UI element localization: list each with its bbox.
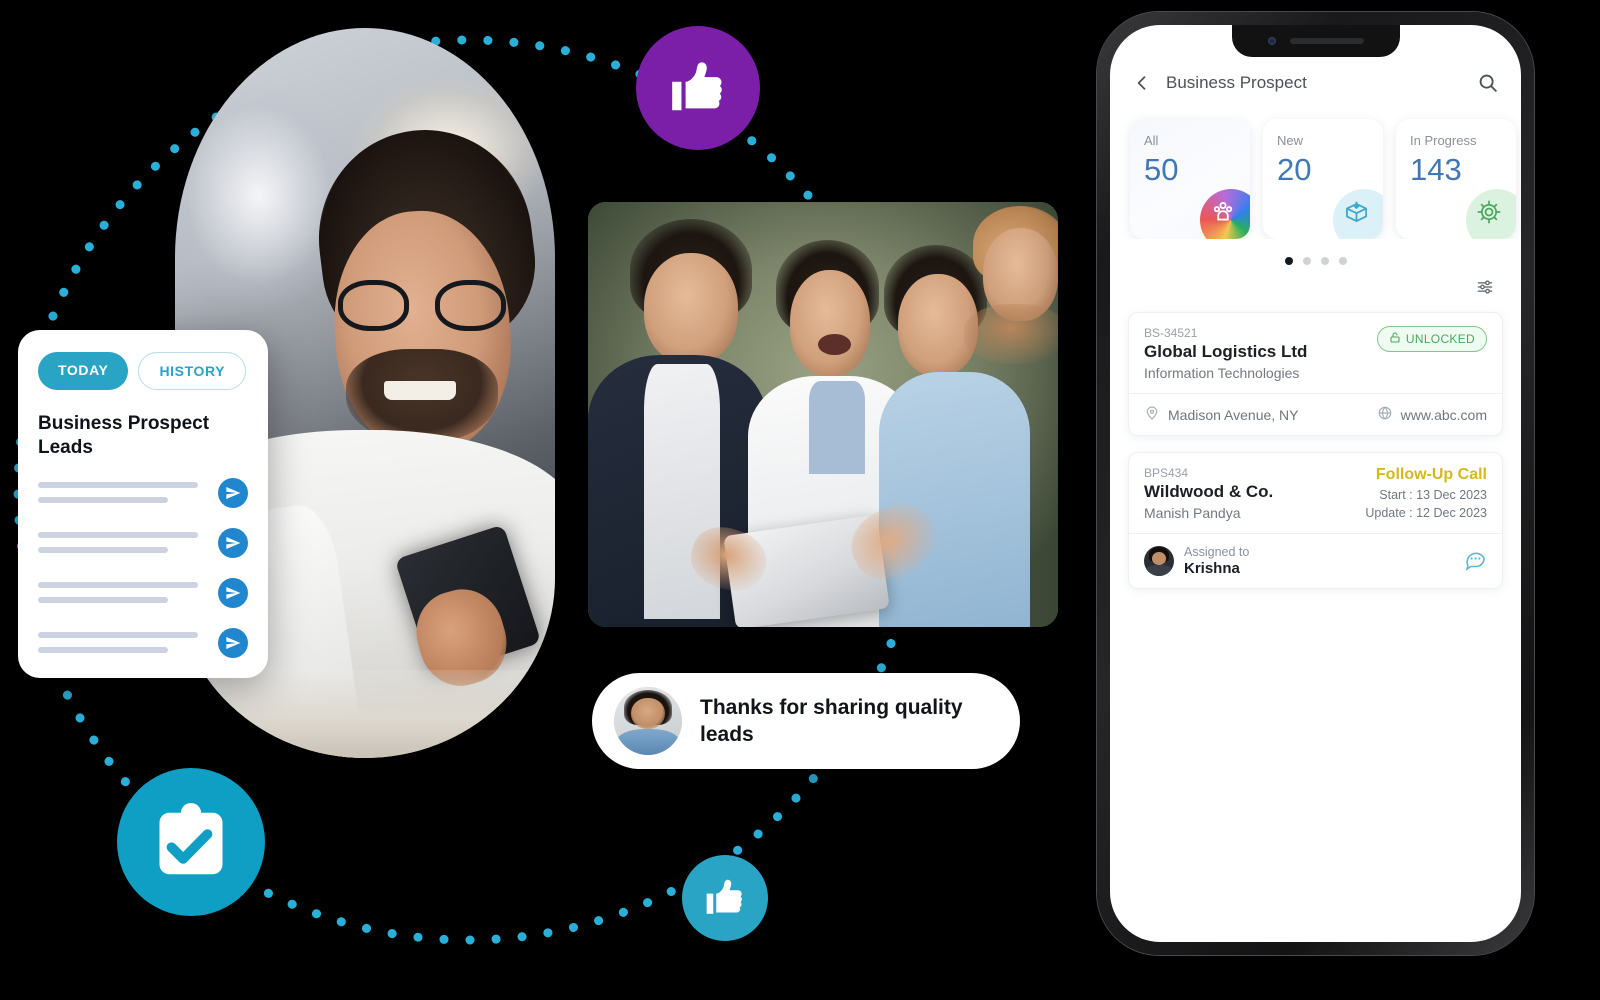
website-text: www.abc.com [1400,406,1487,423]
group-people-icon [1200,189,1250,239]
leads-placeholder-list [38,477,248,658]
phone-screen: Business Prospect All 50 New 20 In Progr… [1110,25,1521,942]
send-icon[interactable] [218,577,248,608]
list-item[interactable] [38,477,248,508]
location-text: Madison Avenue, NY [1168,406,1299,423]
stat-value: 50 [1144,152,1179,187]
lead-company-name: Global Logistics Ltd [1144,342,1308,361]
send-icon[interactable] [218,477,248,508]
lead-list: BS-34521 Global Logistics Ltd Informatio… [1110,302,1521,589]
send-icon[interactable] [218,627,248,658]
stat-value: 20 [1277,152,1312,187]
lead-website[interactable]: www.abc.com [1377,405,1487,424]
leads-card-tabs: TODAY HISTORY [38,352,248,390]
unlock-icon [1389,331,1401,347]
lead-contact-name: Manish Pandya [1144,505,1241,521]
testimonial-bubble: Thanks for sharing quality leads [592,673,1020,769]
stat-card-in-progress[interactable]: In Progress 143 [1396,119,1516,239]
assignee-name: Krishna [1184,560,1240,577]
placeholder-lines [38,532,210,553]
tab-history[interactable]: HISTORY [138,352,247,390]
gear-progress-icon [1466,189,1516,239]
assigned-to: Assigned to Krishna [1144,545,1249,577]
status-badge: Follow-Up Call [1375,466,1487,483]
lead-code: BS-34521 [1144,326,1198,340]
stat-label: In Progress [1410,133,1477,148]
placeholder-lines [38,482,210,503]
phone-notch [1231,25,1400,57]
assigned-label: Assigned to [1184,545,1250,559]
placeholder-lines [38,582,210,603]
avatar [1144,546,1174,576]
list-item[interactable] [38,627,248,658]
pager-dot[interactable] [1338,257,1347,265]
status-label: UNLOCKED [1405,332,1475,346]
testimonial-message: Thanks for sharing quality leads [700,695,963,746]
stat-value: 143 [1410,152,1462,187]
lead-code: BPS434 [1144,466,1189,480]
lead-industry: Information Technologies [1144,365,1300,381]
leads-card-title: Business Prospect Leads [38,413,210,458]
lead-update-date: Update : 12 Dec 2023 [1365,506,1487,520]
carousel-pager[interactable] [1110,257,1521,265]
chevron-left-icon[interactable] [1132,73,1152,93]
search-icon[interactable] [1477,72,1499,94]
list-item[interactable] [38,527,248,558]
stat-label: New [1277,133,1304,148]
earpiece-speaker [1289,38,1364,44]
avatar [614,687,682,755]
phone-mockup: Business Prospect All 50 New 20 In Progr… [1097,12,1534,955]
globe-icon [1377,405,1393,424]
filter-sliders-icon[interactable] [1475,277,1495,302]
stat-card-new[interactable]: New 20 [1263,119,1383,239]
send-icon[interactable] [218,527,248,558]
chat-bubble-icon[interactable] [1463,547,1487,576]
stat-cards-carousel[interactable]: All 50 New 20 In Progress 143 [1110,103,1521,239]
lead-location: Madison Avenue, NY [1144,405,1299,424]
tab-today[interactable]: TODAY [38,352,129,390]
table-row[interactable]: BPS434 Wildwood & Co. Manish Pandya Foll… [1128,452,1503,589]
stat-card-all[interactable]: All 50 [1130,119,1250,239]
placeholder-lines [38,632,210,653]
pager-dot[interactable] [1284,257,1293,265]
lead-company-name: Wildwood & Co. [1144,482,1274,501]
location-pin-icon [1144,405,1160,424]
clipboard-check-icon [117,768,265,916]
box-download-icon [1333,189,1383,239]
page-title: Business Prospect [1166,73,1307,92]
front-camera-icon [1267,37,1276,45]
pager-dot[interactable] [1320,257,1329,265]
thumbs-up-icon [682,855,768,941]
status-badge[interactable]: UNLOCKED [1376,326,1487,352]
filter-row [1110,265,1521,302]
stat-label: All [1144,133,1159,148]
lead-start-date: Start : 13 Dec 2023 [1379,488,1487,502]
thumbs-up-icon [636,26,760,150]
business-prospect-leads-card: TODAY HISTORY Business Prospect Leads [18,330,268,678]
hero-illustration: TODAY HISTORY Business Prospect Leads Th… [0,0,1600,1000]
happy-team-photo [588,202,1058,627]
pager-dot[interactable] [1302,257,1311,265]
list-item[interactable] [38,577,248,608]
table-row[interactable]: BS-34521 Global Logistics Ltd Informatio… [1128,312,1503,436]
